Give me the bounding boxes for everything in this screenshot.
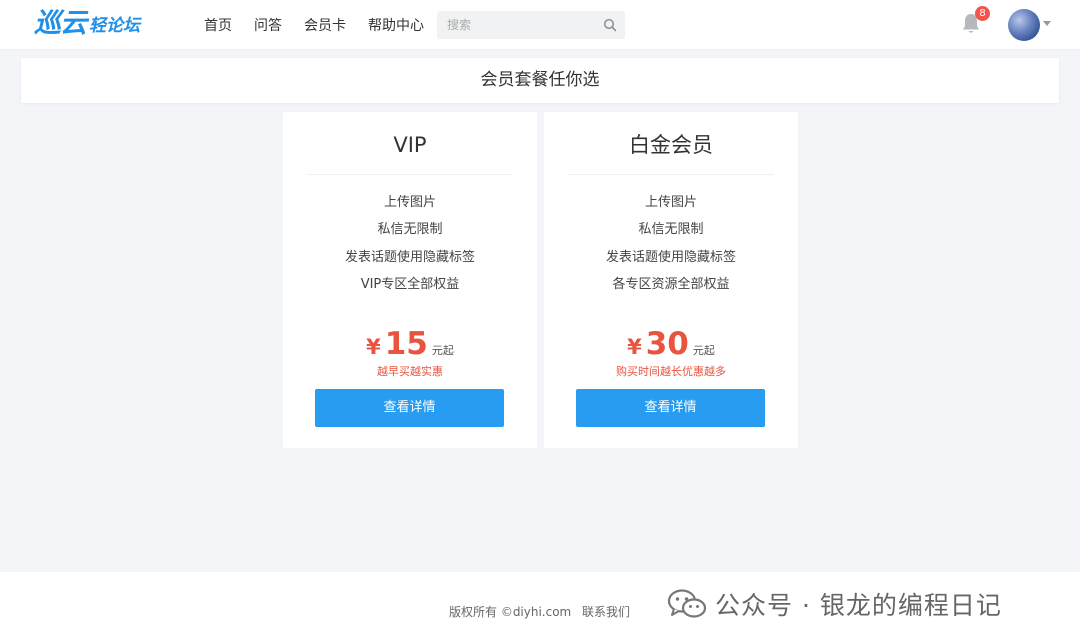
- price-row: ¥ 30 元起: [544, 324, 798, 364]
- search-box: [437, 11, 625, 39]
- search-icon[interactable]: [603, 18, 617, 32]
- price-value: 30: [645, 326, 689, 362]
- copyright-text: 版权所有 ©diyhi.com: [449, 605, 572, 619]
- price-value: 15: [384, 326, 428, 362]
- nav-home[interactable]: 首页: [204, 15, 232, 35]
- logo-sub-text: 轻论坛: [89, 16, 140, 36]
- top-header: 巡云 轻论坛 首页 问答 会员卡 帮助中心 8: [0, 0, 1080, 50]
- feature-item: 各专区资源全部权益: [612, 276, 730, 292]
- currency-symbol: ¥: [366, 335, 381, 359]
- page-title: 会员套餐任你选: [21, 58, 1059, 103]
- price-unit: 元起: [431, 344, 454, 357]
- main-nav: 首页 问答 会员卡 帮助中心: [204, 0, 446, 50]
- search-input[interactable]: [437, 11, 587, 39]
- feature-list: 上传图片 私信无限制 发表话题使用隐藏标签 VIP专区全部权益: [283, 192, 537, 301]
- price-row: ¥ 15 元起: [283, 324, 537, 364]
- feature-item: VIP专区全部权益: [360, 276, 460, 292]
- divider: [307, 174, 513, 175]
- feature-list: 上传图片 私信无限制 发表话题使用隐藏标签 各专区资源全部权益: [544, 192, 798, 301]
- view-details-button-vip[interactable]: 查看详情: [315, 389, 504, 427]
- divider: [568, 174, 774, 175]
- feature-item: 上传图片: [383, 195, 436, 210]
- price-unit: 元起: [692, 344, 715, 357]
- page-footer: 版权所有 ©diyhi.com 联系我们 公众号 · 银龙的编程日记: [0, 572, 1080, 644]
- nav-qa[interactable]: 问答: [254, 15, 282, 35]
- plan-card-platinum: 白金会员 上传图片 私信无限制 发表话题使用隐藏标签 各专区资源全部权益 ¥ 3…: [544, 112, 798, 448]
- promo-text: 越早买越实惠: [377, 365, 443, 378]
- feature-item: 私信无限制: [377, 222, 443, 238]
- watermark-text: 公众号 · 银龙的编程日记: [715, 591, 1002, 620]
- plan-name: 白金会员: [629, 133, 713, 157]
- plan-name: VIP: [393, 133, 427, 157]
- currency-symbol: ¥: [627, 335, 642, 359]
- user-avatar[interactable]: [1008, 9, 1040, 41]
- feature-item: 私信无限制: [638, 222, 704, 238]
- feature-item: 发表话题使用隐藏标签: [605, 249, 736, 265]
- wechat-icon: [667, 589, 707, 618]
- notification-count-badge: 8: [975, 6, 990, 21]
- nav-help-center[interactable]: 帮助中心: [368, 15, 424, 35]
- contact-us-link[interactable]: 联系我们: [582, 603, 630, 620]
- feature-item: 发表话题使用隐藏标签: [344, 249, 475, 265]
- site-logo[interactable]: 巡云 轻论坛: [34, 9, 140, 39]
- watermark: 公众号 · 银龙的编程日记: [667, 586, 1002, 622]
- promo-text: 购买时间越长优惠越多: [616, 365, 726, 378]
- logo-main-text: 巡云: [34, 8, 87, 39]
- plan-card-vip: VIP 上传图片 私信无限制 发表话题使用隐藏标签 VIP专区全部权益 ¥ 15…: [283, 112, 537, 448]
- nav-membership-card[interactable]: 会员卡: [304, 15, 346, 35]
- feature-item: 上传图片: [644, 195, 697, 210]
- view-details-button-platinum[interactable]: 查看详情: [576, 389, 765, 427]
- chevron-down-icon[interactable]: [1043, 21, 1051, 27]
